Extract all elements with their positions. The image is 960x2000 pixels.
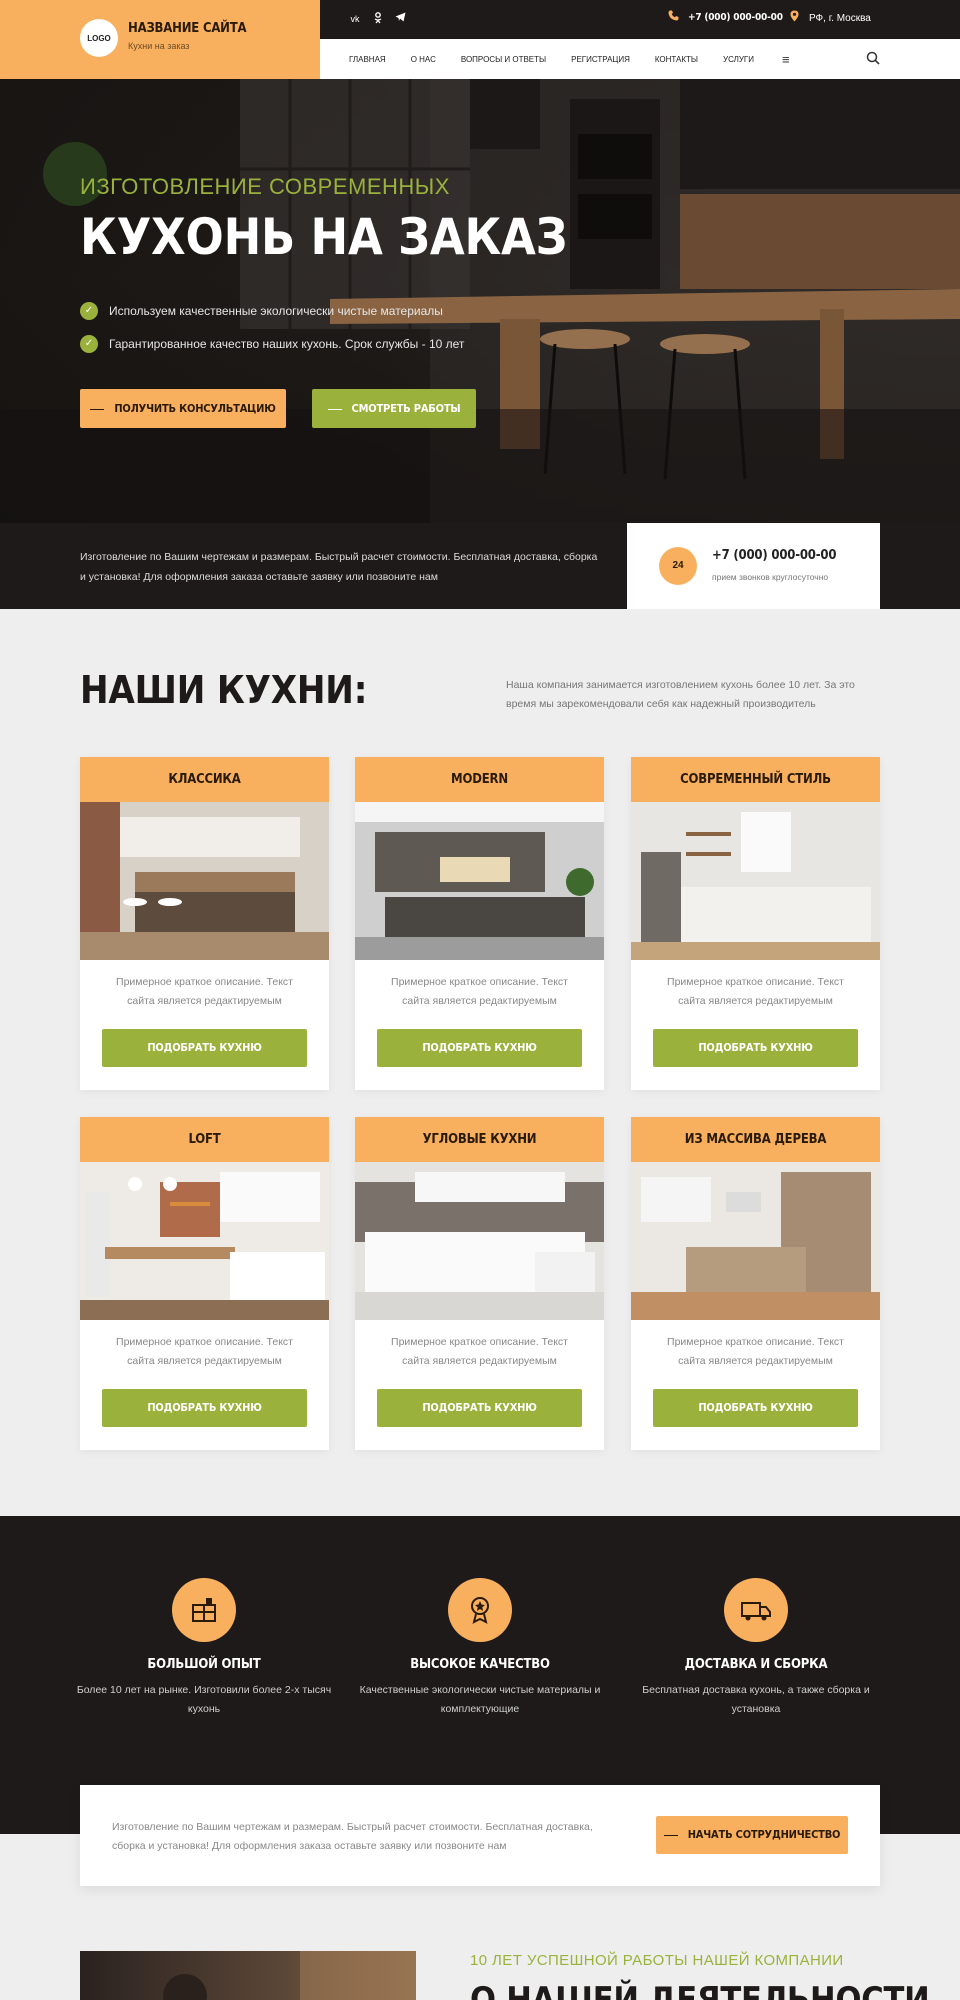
kitchen-card: MODERN Примерное краткое описание. Текст… (355, 757, 604, 1090)
choose-kitchen-button[interactable]: ПОДОБРАТЬ КУХНЮ (377, 1029, 582, 1067)
strip-phone-note: прием звонков круглосуточно (712, 572, 829, 582)
cta-panel: Изготовление по Вашим чертежам и размера… (80, 1785, 880, 1886)
kitchen-image (631, 802, 880, 960)
check-icon: ✓ (80, 302, 98, 320)
vk-icon[interactable]: vk (348, 12, 362, 26)
nav-services[interactable]: УСЛУГИ (723, 55, 754, 64)
about-kicker: 10 ЛЕТ УСПЕШНОЙ РАБОТЫ НАШЕЙ КОМПАНИИ (470, 1952, 844, 1969)
nav-contacts[interactable]: КОНТАКТЫ (655, 55, 698, 64)
advantage-text: Бесплатная доставка кухонь, а также сбор… (642, 1684, 870, 1715)
cta-text: Изготовление по Вашим чертежам и размера… (112, 1821, 593, 1852)
info-strip: Изготовление по Вашим чертежам и размера… (0, 523, 960, 609)
award-icon (448, 1578, 512, 1642)
kitchen-card: СОВРЕМЕННЫЙ СТИЛЬ Примерное краткое опис… (631, 757, 880, 1090)
delivery-icon (724, 1578, 788, 1642)
nav-registration[interactable]: РЕГИСТРАЦИЯ (571, 55, 630, 64)
header-location: РФ, г. Москва (809, 13, 871, 24)
about-title: О НАШЕЙ ДЕЯТЕЛЬНОСТИ (470, 1980, 930, 2000)
site-tagline: Кухни на заказ (128, 41, 190, 51)
advantage-item: ДОСТАВКА И СБОРКА Бесплатная доставка ку… (626, 1578, 886, 1719)
hero-feature: Используем качественные экологически чис… (109, 304, 443, 318)
info-strip-text: Изготовление по Вашим чертежам и размера… (80, 551, 598, 583)
view-works-button[interactable]: СМОТРЕТЬ РАБОТЫ (312, 389, 476, 428)
main-nav: ГЛАВНАЯ О НАС ВОПРОСЫ И ОТВЕТЫ РЕГИСТРАЦ… (320, 39, 960, 79)
header-phone[interactable]: +7 (000) 000-00-00 (688, 12, 783, 23)
kitchen-card-desc: Примерное краткое описание. Текст сайта … (391, 1336, 568, 1367)
phone-box: 24 +7 (000) 000-00-00 прием звонков круг… (627, 523, 880, 609)
telegram-icon[interactable] (393, 12, 407, 26)
kitchen-image (80, 1162, 329, 1320)
check-icon: ✓ (80, 335, 98, 353)
kitchen-card-title: СОВРЕМЕННЫЙ СТИЛЬ (631, 757, 880, 802)
phone-24h-icon: 24 (659, 547, 697, 585)
ok-icon[interactable] (371, 12, 385, 26)
get-consultation-button[interactable]: ПОЛУЧИТЬ КОНСУЛЬТАЦИЮ (80, 389, 286, 428)
view-works-label: СМОТРЕТЬ РАБОТЫ (351, 402, 461, 415)
start-cooperation-label: НАЧАТЬ СОТРУДНИЧЕСТВО (687, 1828, 841, 1841)
kitchens-title: НАШИ КУХНИ: (80, 668, 368, 712)
site-header: LOGO НАЗВАНИЕ САЙТА Кухни на заказ vk +7… (0, 0, 960, 79)
kitchen-card-title: ИЗ МАССИВА ДЕРЕВА (631, 1117, 880, 1162)
start-cooperation-button[interactable]: НАЧАТЬ СОТРУДНИЧЕСТВО (656, 1816, 848, 1854)
hamburger-menu-icon[interactable]: ≡ (782, 52, 790, 67)
advantage-item: БОЛЬШОЙ ОПЫТ Более 10 лет на рынке. Изго… (74, 1578, 334, 1719)
kitchen-card-desc: Примерное краткое описание. Текст сайта … (391, 976, 568, 1007)
kitchen-image (355, 1162, 604, 1320)
top-bar: vk +7 (000) 000-00-00 РФ, г. Москва (320, 0, 960, 39)
logo[interactable]: LOGO (80, 19, 118, 57)
nav-faq[interactable]: ВОПРОСЫ И ОТВЕТЫ (461, 55, 546, 64)
kitchen-image (631, 1162, 880, 1320)
about-image (80, 1951, 416, 2000)
kitchen-image (80, 802, 329, 960)
kitchen-card: ИЗ МАССИВА ДЕРЕВА Примерное краткое опис… (631, 1117, 880, 1450)
phone-icon (668, 10, 679, 24)
kitchen-card-title: УГЛОВЫЕ КУХНИ (355, 1117, 604, 1162)
choose-kitchen-button[interactable]: ПОДОБРАТЬ КУХНЮ (377, 1389, 582, 1427)
advantage-item: ВЫСОКОЕ КАЧЕСТВО Качественные экологичес… (350, 1578, 610, 1719)
nav-home[interactable]: ГЛАВНАЯ (349, 55, 386, 64)
strip-phone[interactable]: +7 (000) 000-00-00 (712, 548, 836, 563)
nav-about[interactable]: О НАС (411, 55, 436, 64)
hero-section: ИЗГОТОВЛЕНИЕ СОВРЕМЕННЫХ КУХОНЬ НА ЗАКАЗ… (0, 79, 960, 523)
location-pin-icon (790, 10, 799, 25)
choose-kitchen-button[interactable]: ПОДОБРАТЬ КУХНЮ (653, 1389, 858, 1427)
advantage-title: БОЛЬШОЙ ОПЫТ (147, 1657, 261, 1672)
kitchen-card-desc: Примерное краткое описание. Текст сайта … (667, 976, 844, 1007)
site-name[interactable]: НАЗВАНИЕ САЙТА (128, 21, 247, 36)
kitchen-image (355, 802, 604, 960)
hero-title: КУХОНЬ НА ЗАКАЗ (80, 208, 568, 266)
choose-kitchen-button[interactable]: ПОДОБРАТЬ КУХНЮ (102, 1029, 307, 1067)
advantage-title: ДОСТАВКА И СБОРКА (684, 1657, 828, 1672)
kitchen-card-title: LOFT (80, 1117, 329, 1162)
search-icon[interactable] (866, 51, 880, 65)
kitchen-card: УГЛОВЫЕ КУХНИ Примерное краткое описание… (355, 1117, 604, 1450)
get-consultation-label: ПОЛУЧИТЬ КОНСУЛЬТАЦИЮ (114, 402, 276, 415)
kitchen-card-desc: Примерное краткое описание. Текст сайта … (116, 976, 293, 1007)
hero-feature: Гарантированное качество наших кухонь. С… (109, 337, 465, 351)
kitchen-card-title: КЛАССИКА (80, 757, 329, 802)
advantage-text: Качественные экологически чистые материа… (359, 1684, 601, 1715)
hero-kicker: ИЗГОТОВЛЕНИЕ СОВРЕМЕННЫХ (80, 174, 450, 199)
advantage-title: ВЫСОКОЕ КАЧЕСТВО (410, 1657, 550, 1672)
advantage-text: Более 10 лет на рынке. Изготовили более … (76, 1684, 332, 1715)
kitchen-card: LOFT Примерное краткое описание. Текст с… (80, 1117, 329, 1450)
kitchen-card-desc: Примерное краткое описание. Текст сайта … (667, 1336, 844, 1367)
kitchen-card-desc: Примерное краткое описание. Текст сайта … (116, 1336, 293, 1367)
hero-kitchen-image (0, 79, 960, 523)
choose-kitchen-button[interactable]: ПОДОБРАТЬ КУХНЮ (102, 1389, 307, 1427)
choose-kitchen-button[interactable]: ПОДОБРАТЬ КУХНЮ (653, 1029, 858, 1067)
kitchens-description: Наша компания занимается изготовлением к… (506, 679, 855, 710)
kitchen-card-title: MODERN (355, 757, 604, 802)
kitchen-card: КЛАССИКА Примерное краткое описание. Тек… (80, 757, 329, 1090)
logo-block: LOGO НАЗВАНИЕ САЙТА Кухни на заказ (0, 0, 320, 79)
kitchen-icon (172, 1578, 236, 1642)
